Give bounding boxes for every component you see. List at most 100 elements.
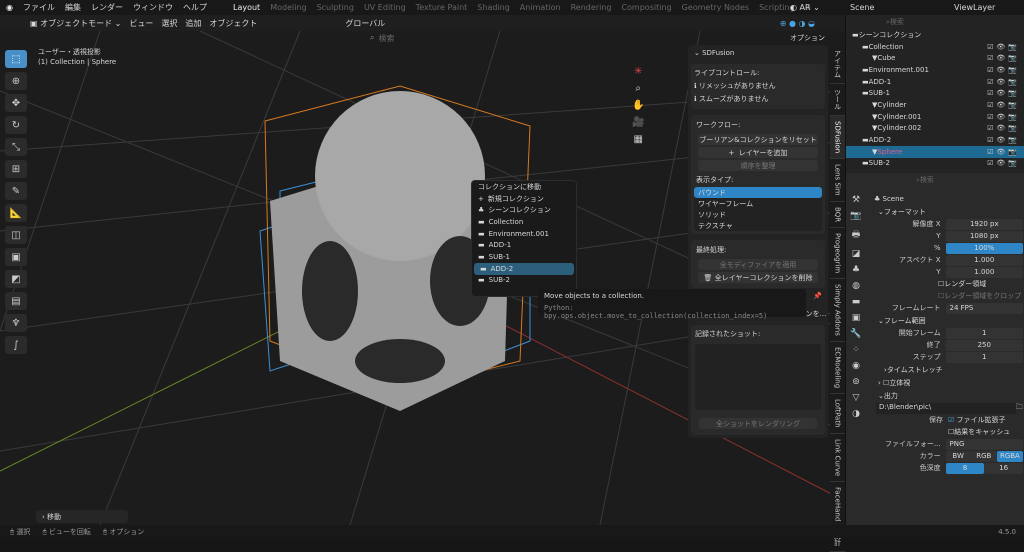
menu-item-sub-2[interactable]: ▬ SUB-2 — [472, 275, 576, 287]
outliner-row[interactable]: ▼ Cylinder.002 ☑👁📷 — [846, 123, 1024, 135]
menu-item-environment[interactable]: ▬ Environment.001 — [472, 228, 576, 240]
tab-layout[interactable]: Layout — [233, 3, 260, 12]
scene-props-icon[interactable]: ♣ — [852, 265, 860, 275]
tool-icon-d[interactable]: ∫ — [5, 336, 27, 354]
frame-range-section[interactable]: ⌄ フレーム範囲 — [868, 314, 1023, 327]
tab-sculpting[interactable]: Sculpting — [317, 3, 354, 12]
menu-view[interactable]: ビュー — [129, 18, 153, 29]
tool-icon-b[interactable]: ▤ — [5, 292, 27, 310]
menu-file[interactable]: ファイル — [23, 2, 55, 13]
tab-ecmodeling[interactable]: ECModeling — [830, 342, 845, 395]
pin-icon[interactable]: 📌 — [813, 292, 822, 300]
tab-geometry-nodes[interactable]: Geometry Nodes — [682, 3, 749, 12]
outliner-row[interactable]: ▬ SUB-1 ☑👁📷 — [846, 87, 1024, 99]
visibility-icons[interactable]: ☑👁📷 — [987, 101, 1020, 109]
select-box-tool[interactable]: ⬚ — [5, 50, 27, 68]
render-region-checkbox[interactable]: ☐ レンダー領域 — [868, 278, 1023, 290]
visibility-icons[interactable]: ☑👁📷 — [987, 159, 1020, 167]
modifier-icon[interactable]: 🔧 — [850, 329, 861, 339]
extrude-tool[interactable]: ▣ — [5, 248, 27, 266]
menu-object[interactable]: オブジェクト — [209, 18, 257, 29]
physics-icon[interactable]: ◉ — [852, 361, 860, 371]
tab-sdfusion[interactable]: SDFusion — [830, 116, 845, 160]
res-pct-field[interactable]: 100% — [945, 242, 1023, 254]
add-cube-tool[interactable]: ◫ — [5, 226, 27, 244]
panel-title[interactable]: ⌄ SDFusion — [688, 45, 828, 61]
crop-checkbox[interactable]: ☐ レンダー領域をクロップ — [868, 290, 1023, 302]
aspect-x-field[interactable]: 1.000 — [945, 254, 1023, 266]
tool-props-icon[interactable]: ⚒ — [852, 195, 860, 205]
apply-modifiers-button[interactable]: 全モディファイアを適用 — [698, 259, 818, 270]
menu-item-scene-collection[interactable]: ♣ シーンコレクション — [472, 204, 576, 216]
stereo-section[interactable]: › ☐ 立体視 — [868, 376, 1023, 389]
menu-item-collection[interactable]: ▬ Collection — [472, 216, 576, 228]
reset-button[interactable]: ブーリアン&コレクションをリセット — [698, 134, 818, 145]
world-icon[interactable]: ◍ — [852, 281, 860, 291]
shading-buttons[interactable]: ⊕ ● ◑ ◒ — [780, 19, 815, 28]
tab-facehand[interactable]: FaceHand — [830, 482, 845, 528]
folder-icon[interactable]: 🗀 — [1016, 403, 1023, 414]
outliner-row[interactable]: ▬ ADD-1 ☑👁📷 — [846, 76, 1024, 88]
add-layer-button[interactable]: + レイヤーを追加 — [698, 147, 818, 158]
zoom-icon[interactable]: ⌕ — [635, 83, 641, 94]
tool-icon-a[interactable]: ◩ — [5, 270, 27, 288]
props-search[interactable]: ⌕ 検索 — [846, 173, 1024, 187]
tab-rendering[interactable]: Rendering — [571, 3, 612, 12]
output-section[interactable]: ⌄ 出力 — [868, 389, 1023, 402]
orientation-select[interactable]: グローバル — [345, 18, 385, 29]
rotate-tool[interactable]: ↻ — [5, 116, 27, 134]
tab-compositing[interactable]: Compositing — [621, 3, 671, 12]
display-option-solid[interactable]: ソリッド — [694, 209, 822, 220]
start-field[interactable]: 1 — [945, 327, 1023, 339]
sort-button[interactable]: 順序を整理 — [698, 160, 818, 171]
data-icon[interactable]: ▽ — [853, 393, 860, 403]
move-tool[interactable]: ✥ — [5, 94, 27, 112]
file-ext-checkbox[interactable]: ☑ ファイル拡張子 — [948, 415, 1006, 425]
visibility-icons[interactable]: ☑👁📷 — [987, 124, 1020, 132]
tab-texture-paint[interactable]: Texture Paint — [416, 3, 468, 12]
step-field[interactable]: 1 — [945, 351, 1023, 363]
constraints-icon[interactable]: ⊚ — [852, 377, 860, 387]
view-layer-icon[interactable]: ◪ — [852, 249, 861, 259]
menu-help[interactable]: ヘルプ — [183, 2, 207, 13]
outliner-row[interactable]: ▬ Environment.001 ☑👁📷 — [846, 64, 1024, 76]
menu-item-add-1[interactable]: ▬ ADD-1 — [472, 239, 576, 251]
mode-select[interactable]: ▣ オブジェクトモード ⌄ — [30, 18, 121, 29]
tab-modeling[interactable]: Modeling — [270, 3, 306, 12]
output-props-icon[interactable]: 🖶 — [852, 227, 861, 243]
tab-uv-editing[interactable]: UV Editing — [364, 3, 406, 12]
end-field[interactable]: 250 — [945, 339, 1023, 351]
tab-tool[interactable]: ツール — [830, 84, 845, 116]
last-operator-panel[interactable]: › 移動 — [36, 510, 128, 523]
tab-bqr[interactable]: BQR — [830, 202, 845, 229]
res-x-field[interactable]: 1920 px — [945, 218, 1023, 230]
outliner-row[interactable]: ▼ Cylinder.001 ☑👁📷 — [846, 111, 1024, 123]
menu-select[interactable]: 選択 — [161, 18, 177, 29]
tab-link-curve[interactable]: Link Curve — [830, 434, 845, 483]
scale-tool[interactable]: ⤡ — [5, 138, 27, 156]
outliner-row[interactable]: ▬ ADD-2 ☑👁📷 — [846, 134, 1024, 146]
color-rgb[interactable]: RGB — [970, 450, 997, 462]
outliner-row[interactable]: ▬ シーンコレクション — [846, 29, 1024, 41]
res-y-field[interactable]: 1080 px — [945, 230, 1023, 242]
collection-props-icon[interactable]: ▬ — [852, 297, 861, 307]
outliner-row[interactable]: ▬ SUB-2 ☑👁📷 — [846, 158, 1024, 170]
measure-tool[interactable]: 📐 — [5, 204, 27, 222]
visibility-icons[interactable]: ☑👁📷 — [987, 66, 1020, 74]
tab-progeogrim[interactable]: Progeogrim — [830, 228, 845, 280]
viewport-search[interactable]: 検索 — [378, 33, 394, 44]
depth-16[interactable]: 16 — [984, 462, 1023, 474]
menu-item-add-2[interactable]: ▬ ADD-2 — [474, 262, 574, 275]
display-option-texture[interactable]: テクスチャ — [694, 220, 822, 231]
tab-animation[interactable]: Animation — [520, 3, 561, 12]
visibility-icons[interactable]: ☑👁📷 — [987, 148, 1020, 156]
visibility-icons[interactable]: ☑👁📷 — [987, 113, 1020, 121]
visibility-icons[interactable]: ☑👁📷 — [987, 54, 1020, 62]
shots-list[interactable] — [695, 344, 821, 410]
outliner-search[interactable]: ⌕ 検索 — [846, 15, 1024, 29]
camera-icon[interactable]: 🎥 — [632, 117, 644, 128]
tab-simply-addons[interactable]: Simply Addons — [830, 279, 845, 343]
object-props-icon[interactable]: ▣ — [852, 313, 861, 323]
format-section[interactable]: ⌄ フォーマット — [868, 205, 1023, 218]
menu-add[interactable]: 追加 — [185, 18, 201, 29]
